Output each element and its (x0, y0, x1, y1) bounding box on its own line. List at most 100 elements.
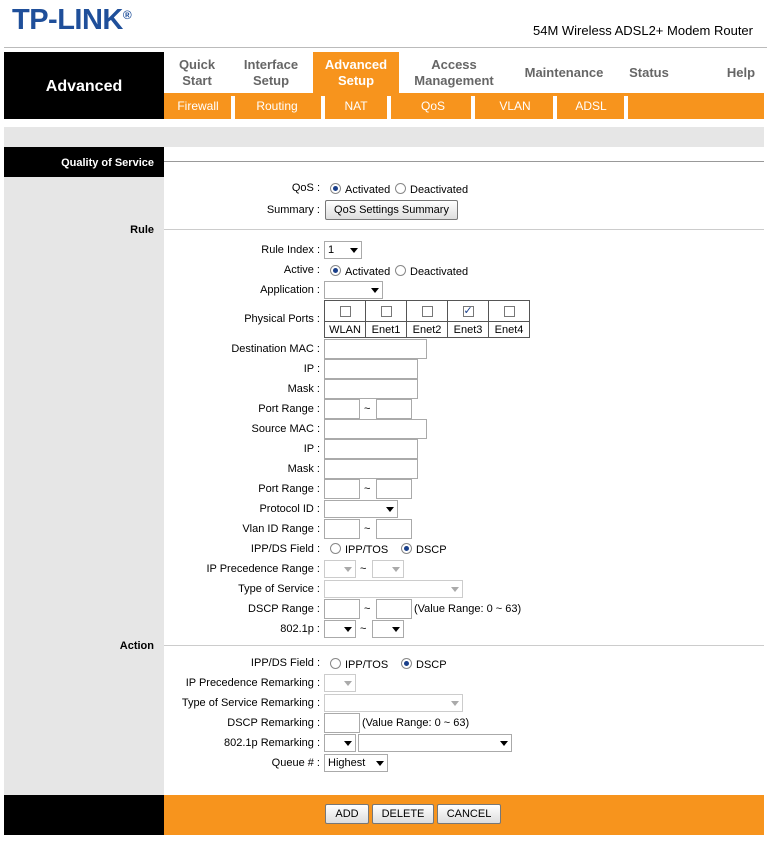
chevron-down-icon (392, 627, 400, 632)
protocol-id-select[interactable] (324, 500, 398, 518)
nav-access-management[interactable]: Access Management (408, 52, 500, 93)
tp-link-logo: TP-LINK® (12, 4, 132, 36)
chevron-down-icon (350, 248, 358, 253)
rule-ippds-label: IPP/DS Field : (250, 543, 320, 555)
destination-port-start-input[interactable] (324, 399, 360, 419)
ip-precedence-start-select[interactable] (324, 560, 356, 578)
destination-mask-label: Mask : (287, 383, 320, 395)
ip-precedence-end-select[interactable] (372, 560, 404, 578)
header-divider (4, 47, 767, 48)
subnav-qos[interactable]: QoS (393, 93, 473, 119)
port-enet2-checkbox[interactable] (421, 305, 433, 317)
chevron-down-icon (392, 567, 400, 572)
source-port-end-input[interactable] (376, 479, 412, 499)
port-enet1-checkbox[interactable] (380, 305, 392, 317)
subnav-separator (387, 96, 391, 119)
source-ip-label: IP : (303, 443, 320, 455)
nav-quick-start[interactable]: Quick Start (166, 52, 228, 93)
subnav-nat[interactable]: NAT (327, 93, 385, 119)
subnav-separator (471, 96, 475, 119)
delete-button[interactable]: DELETE (372, 804, 434, 824)
action-dscp-label: DSCP (416, 659, 447, 671)
range-tilde: ~ (364, 403, 371, 415)
ip-precedence-remarking-label: IP Precedence Remarking : (185, 677, 320, 689)
dot1p-remarking-select[interactable] (324, 734, 356, 752)
destination-ip-input[interactable] (324, 359, 418, 379)
qos-activated-label: Activated (345, 184, 391, 196)
source-mac-input[interactable] (324, 419, 427, 439)
action-dscp-radio[interactable] (401, 658, 412, 669)
physical-ports-label: Physical Ports : (244, 313, 320, 325)
action-ipptos-label: IPP/TOS (345, 659, 389, 671)
subnav-vlan[interactable]: VLAN (477, 93, 553, 119)
dscp-remarking-input[interactable] (324, 713, 360, 733)
nav-interface-setup[interactable]: Interface Setup (236, 52, 306, 93)
nav-section-title: Advanced (45, 78, 123, 95)
dot1p-start-select[interactable] (324, 620, 356, 638)
rule-index-select[interactable]: 1 (324, 241, 362, 259)
add-button[interactable]: ADD (325, 804, 369, 824)
qos-deactivated-radio[interactable] (395, 183, 406, 194)
active-label: Active : (283, 264, 320, 276)
subnav-firewall[interactable]: Firewall (166, 93, 230, 119)
port-enet4-checkbox[interactable] (503, 305, 515, 317)
source-ip-input[interactable] (324, 439, 418, 459)
destination-ip-label: IP : (303, 363, 320, 375)
rule-deactivated-radio[interactable] (395, 265, 406, 276)
action-ipptos-radio[interactable] (330, 658, 341, 669)
subnav-separator (624, 96, 628, 119)
rule-ipptos-radio[interactable] (330, 543, 341, 554)
source-mask-input[interactable] (324, 459, 418, 479)
section-divider (164, 229, 764, 230)
subnav-routing[interactable]: Routing (237, 93, 317, 119)
chevron-down-icon (451, 701, 459, 706)
dscp-range-start-input[interactable] (324, 599, 360, 619)
vlan-id-end-input[interactable] (376, 519, 412, 539)
application-select[interactable] (324, 281, 383, 299)
dscp-range-end-input[interactable] (376, 599, 412, 619)
source-port-start-input[interactable] (324, 479, 360, 499)
port-wlan-checkbox[interactable] (339, 305, 351, 317)
section-divider (164, 161, 764, 162)
ip-precedence-range-label: IP Precedence Range : (206, 563, 320, 575)
model-name: 54M Wireless ADSL2+ Modem Router (532, 23, 753, 38)
qos-settings-summary-button[interactable]: QoS Settings Summary (325, 200, 458, 220)
rule-dscp-radio[interactable] (401, 543, 412, 554)
range-tilde: ~ (364, 483, 371, 495)
dot1p-end-select[interactable] (372, 620, 404, 638)
rule-ipptos-label: IPP/TOS (345, 544, 389, 556)
nav-maintenance[interactable]: Maintenance (518, 52, 610, 93)
qos-activated-radio[interactable] (330, 183, 341, 194)
port-name: WLAN (324, 321, 366, 338)
dot1p-remarking-label: 802.1p Remarking : (224, 737, 320, 749)
source-mask-label: Mask : (287, 463, 320, 475)
dot1p-remarking-value-select[interactable] (358, 734, 512, 752)
destination-port-range-label: Port Range : (258, 403, 320, 415)
nav-advanced-setup[interactable]: Advanced Setup (313, 52, 399, 93)
vlan-id-start-input[interactable] (324, 519, 360, 539)
queue-select[interactable]: Highest (324, 754, 388, 772)
port-enet3-checkbox[interactable] (462, 304, 474, 317)
cancel-button[interactable]: CANCEL (437, 804, 501, 824)
dscp-range-label: DSCP Range : (248, 603, 320, 615)
nav-status[interactable]: Status (618, 52, 680, 93)
destination-port-end-input[interactable] (376, 399, 412, 419)
destination-mac-label: Destination MAC : (231, 343, 320, 355)
ip-precedence-remarking-select[interactable] (324, 674, 356, 692)
queue-label: Queue # : (271, 757, 320, 769)
chevron-down-icon (344, 741, 352, 746)
nav-help[interactable]: Help (718, 52, 764, 93)
rule-section-title: Rule (130, 224, 154, 236)
chevron-down-icon (376, 761, 384, 766)
type-of-service-label: Type of Service : (238, 583, 320, 595)
destination-mask-input[interactable] (324, 379, 418, 399)
rule-activated-radio[interactable] (330, 265, 341, 276)
destination-mac-input[interactable] (324, 339, 427, 359)
dot1p-label: 802.1p : (280, 623, 320, 635)
tos-remarking-select[interactable] (324, 694, 463, 712)
type-of-service-select[interactable] (324, 580, 463, 598)
subnav-separator (231, 96, 235, 119)
chevron-down-icon (386, 507, 394, 512)
subnav-adsl[interactable]: ADSL (559, 93, 623, 119)
application-label: Application : (260, 284, 320, 296)
